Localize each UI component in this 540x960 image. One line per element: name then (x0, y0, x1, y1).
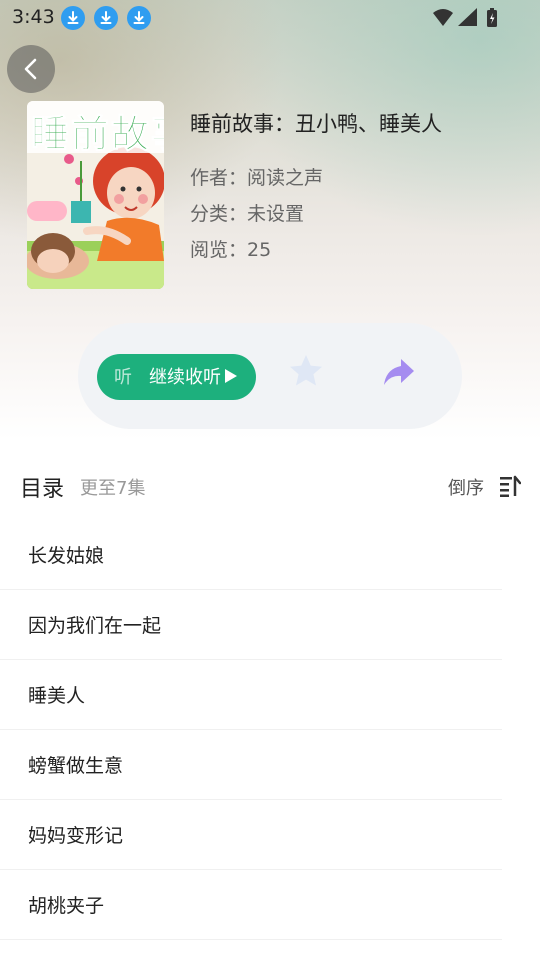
episode-title: 螃蟹做生意 (28, 755, 124, 777)
episode-item[interactable]: 胡桃夹子 (0, 870, 502, 940)
episode-title: 睡美人 (28, 685, 86, 707)
book-category: 分类：未设置 (190, 203, 305, 225)
cover-title: 睡前故事 (30, 112, 164, 157)
book-title: 睡前故事：丑小鸭、睡美人 (190, 112, 442, 136)
favorite-button[interactable] (288, 353, 324, 393)
book-views: 阅览：25 (190, 239, 272, 261)
signal-icon (458, 8, 477, 26)
continue-listening-label: 继续收听 (149, 367, 221, 388)
star-icon (290, 355, 322, 386)
episode-list: 长发姑娘 因为我们在一起 睡美人 螃蟹做生意 妈妈变形记 胡桃夹子 (0, 520, 502, 940)
marquee-prefix: 听 (114, 367, 132, 388)
wifi-icon (433, 9, 453, 26)
toc-title: 目录 (20, 477, 65, 502)
system-icons (432, 7, 500, 33)
episode-title: 因为我们在一起 (28, 615, 162, 637)
book-author: 作者：阅读之声 (190, 167, 324, 189)
episode-title: 妈妈变形记 (28, 825, 124, 847)
episode-item[interactable]: 长发姑娘 (0, 520, 502, 590)
sort-order-icon[interactable] (499, 475, 522, 501)
book-cover: 睡前故事 (27, 101, 164, 289)
episode-item[interactable]: 螃蟹做生意 (0, 730, 502, 800)
status-time: 3:43 (12, 6, 55, 28)
episode-item[interactable]: 因为我们在一起 (0, 590, 502, 660)
download-icon (61, 6, 85, 30)
continue-listening-button[interactable]: 听 继续收听 (97, 354, 256, 400)
download-icon (94, 6, 118, 30)
episode-item[interactable]: 睡美人 (0, 660, 502, 730)
download-icon (127, 6, 151, 30)
status-bar: 3:43 (0, 0, 540, 36)
play-icon (225, 369, 237, 383)
share-button[interactable] (382, 357, 416, 391)
episode-title: 胡桃夹子 (28, 895, 105, 917)
back-button[interactable] (7, 45, 55, 93)
episode-title: 长发姑娘 (28, 545, 105, 567)
episode-count: 更至7集 (80, 478, 146, 499)
episode-item[interactable]: 妈妈变形记 (0, 800, 502, 870)
sort-toggle[interactable]: 倒序 (448, 474, 484, 500)
share-icon (384, 359, 414, 385)
chevron-left-icon (24, 58, 37, 80)
